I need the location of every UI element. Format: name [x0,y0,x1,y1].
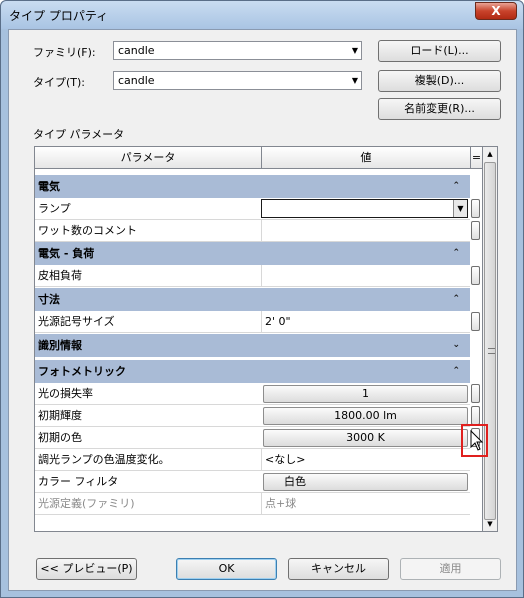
param-edit-button[interactable] [471,312,480,331]
category-label: 寸法 [38,293,60,306]
param-row-light-loss: 光の損失率 1 [35,383,470,405]
collapse-icon[interactable]: ⌃ [452,360,460,383]
category-electrical-load[interactable]: 電気 - 負荷 ⌃ [35,242,470,265]
column-header-extra[interactable]: = [471,147,482,168]
scroll-down-icon[interactable]: ▼ [483,517,497,531]
param-name: 皮相負荷 [38,269,82,282]
lamp-combo[interactable]: ▼ [261,199,468,218]
scrollbar-thumb[interactable] [484,162,496,520]
param-row-initial-color: 初期の色 3000 K [35,427,470,449]
grip-icon [488,348,495,354]
param-name: 光源定義(ファミリ) [38,497,135,510]
rename-button[interactable]: 名前変更(R)... [378,98,501,120]
category-identity[interactable]: 識別情報 ⌄ [35,334,470,357]
collapse-icon[interactable]: ⌃ [452,175,460,198]
chevron-down-icon: ▼ [351,76,358,85]
collapse-icon[interactable]: ⌃ [452,242,460,265]
param-row-apparent-load: 皮相負荷 [35,265,470,287]
param-edit-button[interactable] [471,384,480,403]
param-value[interactable] [261,220,470,241]
param-row-light-source-definition: 光源定義(ファミリ) 点+球 [35,493,470,515]
param-name: 初期輝度 [38,409,82,422]
param-name: ランプ [38,202,71,215]
param-value[interactable]: <なし> [261,449,470,470]
mouse-cursor-icon [470,430,484,451]
param-edit-button[interactable] [471,199,480,218]
vertical-scrollbar[interactable]: ▲ ▼ [483,146,498,532]
dialog-title: タイプ プロパティ [9,9,109,23]
param-value-button[interactable]: 1 [263,385,468,403]
param-row-initial-intensity: 初期輝度 1800.00 lm [35,405,470,427]
param-row-wattage-comment: ワット数のコメント [35,220,470,242]
family-combo[interactable]: candle ▼ [113,41,362,60]
param-name: 光源記号サイズ [38,315,115,328]
param-value[interactable] [261,265,470,286]
category-photometrics[interactable]: フォトメトリック ⌃ [35,360,470,383]
close-button[interactable]: X [475,2,517,20]
category-label: フォトメトリック [38,365,126,378]
category-label: 識別情報 [38,339,82,352]
collapse-icon[interactable]: ⌃ [452,288,460,311]
chevron-down-icon[interactable]: ▼ [453,200,467,217]
apply-button[interactable]: 適用 [400,558,501,580]
chevron-down-icon: ▼ [351,46,358,55]
parameter-grid: パラメータ 値 = 電気 ⌃ ランプ ▼ ワット数のコメント 電気 - 負荷 ⌃… [34,146,483,532]
type-label: タイプ(T): [33,76,86,89]
duplicate-button[interactable]: 複製(D)... [378,70,501,92]
ok-button[interactable]: OK [176,558,277,580]
param-row-dimming-shift: 調光ランプの色温度変化。 <なし> [35,449,470,471]
family-value: candle [118,44,155,57]
type-parameters-label: タイプ パラメータ [33,128,125,141]
param-name: カラー フィルタ [38,475,119,488]
param-row-lamp: ランプ ▼ [35,198,470,220]
scroll-up-icon[interactable]: ▲ [483,147,497,161]
preview-button[interactable]: << プレビュー(P) [36,558,137,580]
type-value: candle [118,74,155,87]
param-name: 光の損失率 [38,387,93,400]
category-label: 電気 - 負荷 [38,247,95,260]
expand-icon[interactable]: ⌄ [452,334,460,357]
param-value-button[interactable]: 1800.00 lm [263,407,468,425]
param-row-symbol-size: 光源記号サイズ 2' 0" [35,311,470,333]
category-dimensions[interactable]: 寸法 ⌃ [35,288,470,311]
param-name: ワット数のコメント [38,224,137,237]
param-value[interactable]: 2' 0" [261,311,470,332]
title-bar: タイプ プロパティ X [1,1,523,29]
param-value-button[interactable]: 3000 K [263,429,468,447]
cancel-button[interactable]: キャンセル [288,558,389,580]
param-name: 初期の色 [38,431,82,444]
type-combo[interactable]: candle ▼ [113,71,362,90]
category-label: 電気 [38,180,60,193]
param-value: 点+球 [261,493,470,514]
load-button[interactable]: ロード(L)... [378,40,501,62]
category-electrical[interactable]: 電気 ⌃ [35,175,470,198]
column-header-parameter[interactable]: パラメータ [35,147,261,168]
param-name: 調光ランプの色温度変化。 [38,453,170,466]
param-value-button[interactable]: 白色 [263,473,468,491]
param-edit-button[interactable] [471,406,480,425]
param-row-color-filter: カラー フィルタ 白色 [35,471,470,493]
grid-header: パラメータ 値 = [35,147,482,169]
param-edit-button[interactable] [471,221,480,240]
param-edit-button[interactable] [471,266,480,285]
family-label: ファミリ(F): [33,46,96,59]
column-header-value[interactable]: 値 [262,147,470,168]
